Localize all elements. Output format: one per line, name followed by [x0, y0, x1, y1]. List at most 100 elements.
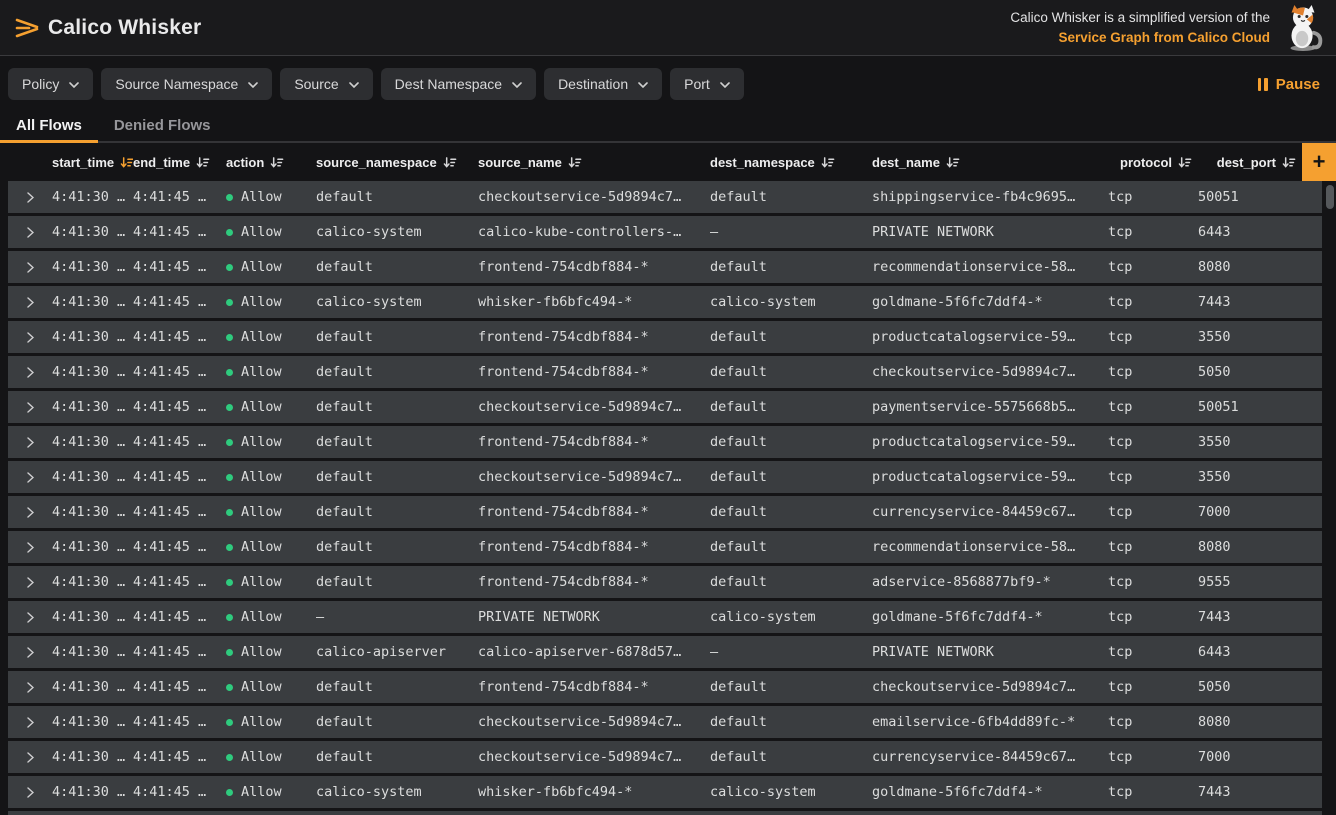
cell-expander — [8, 717, 52, 728]
cell-protocol: tcp — [1108, 469, 1198, 485]
row-expand-chevron-icon[interactable] — [27, 577, 34, 588]
cell-source_name: whisker-fb6bfc494-* — [478, 784, 710, 800]
cell-expander — [8, 332, 52, 343]
cell-expander — [8, 297, 52, 308]
table-row[interactable]: 4:41:30 …4:41:45 … Allow defaultfrontend… — [8, 356, 1322, 388]
filter-source-button[interactable]: Source — [280, 68, 372, 100]
cell-dest_name: goldmane-5f6fc7ddf4-* — [872, 784, 1108, 800]
row-expand-chevron-icon[interactable] — [27, 542, 34, 553]
column-header-start_time[interactable]: start_time — [52, 143, 133, 181]
table-row[interactable]: 4:41:30 …4:41:45 … Allow calico-apiserve… — [8, 636, 1322, 668]
cell-dest_namespace: default — [710, 574, 872, 590]
table-row[interactable]: 4:41:30 …4:41:45 … Allow –PRIVATE NETWOR… — [8, 601, 1322, 633]
cell-dest_namespace: default — [710, 329, 872, 345]
row-expand-chevron-icon[interactable] — [27, 507, 34, 518]
cell-expander — [8, 367, 52, 378]
row-expand-chevron-icon[interactable] — [27, 612, 34, 623]
action-label: Allow — [241, 574, 282, 590]
cell-dest_name: PRIVATE NETWORK — [872, 644, 1108, 660]
allow-status-dot — [226, 544, 233, 551]
column-header-dest_name[interactable]: dest_name — [872, 143, 1108, 181]
cell-end_time: 4:41:45 … — [133, 189, 226, 205]
row-expand-chevron-icon[interactable] — [27, 262, 34, 273]
column-header-label: start_time — [52, 155, 114, 170]
cell-dest_port: 7443 — [1198, 294, 1322, 310]
action-label: Allow — [241, 504, 282, 520]
row-expand-chevron-icon[interactable] — [27, 752, 34, 763]
cell-protocol: tcp — [1108, 784, 1198, 800]
table-row[interactable]: 4:41:30 …4:41:45 … Allow defaultcheckout… — [8, 706, 1322, 738]
column-header-protocol[interactable]: protocol — [1108, 143, 1198, 181]
table-row[interactable]: 4:41:30 …4:41:45 … Allow defaultfrontend… — [8, 426, 1322, 458]
allow-status-dot — [226, 789, 233, 796]
pause-button[interactable]: Pause — [1258, 76, 1320, 93]
cell-end_time: 4:41:45 … — [133, 294, 226, 310]
filter-port-button[interactable]: Port — [670, 68, 744, 100]
row-expand-chevron-icon[interactable] — [27, 787, 34, 798]
table-row[interactable]: 4:41:30 …4:41:45 … Allow defaultfrontend… — [8, 531, 1322, 563]
row-expand-chevron-icon[interactable] — [27, 297, 34, 308]
table-row[interactable]: 4:41:30 …4:41:45 … Allow defaultcheckout… — [8, 391, 1322, 423]
tab-all-flows[interactable]: All Flows — [0, 110, 98, 141]
cell-dest_port: 5050 — [1198, 679, 1322, 695]
column-header-dest_namespace[interactable]: dest_namespace — [710, 143, 872, 181]
row-expand-chevron-icon[interactable] — [27, 437, 34, 448]
column-header-end_time[interactable]: end_time — [133, 143, 226, 181]
column-header-label: end_time — [133, 155, 190, 170]
table-row[interactable]: 4:41:30 …4:41:45 … Allow defaultcheckout… — [8, 461, 1322, 493]
cell-end_time: 4:41:45 … — [133, 329, 226, 345]
service-graph-link[interactable]: Service Graph from Calico Cloud — [1010, 28, 1270, 48]
tab-denied-flows[interactable]: Denied Flows — [98, 110, 227, 141]
add-column-button[interactable]: + — [1302, 143, 1336, 181]
row-expand-chevron-icon[interactable] — [27, 472, 34, 483]
table-row[interactable]: 4:41:30 …4:41:45 … Allow calico-systemwh… — [8, 776, 1322, 808]
cell-start_time: 4:41:30 … — [52, 784, 133, 800]
filter-dest-namespace-button[interactable]: Dest Namespace — [381, 68, 536, 100]
row-expand-chevron-icon[interactable] — [27, 682, 34, 693]
cell-action: Allow — [226, 504, 316, 520]
row-expand-chevron-icon[interactable] — [27, 717, 34, 728]
row-expand-chevron-icon[interactable] — [27, 227, 34, 238]
table-row[interactable]: 4:41:30 …4:41:45 … Allow defaultfrontend… — [8, 251, 1322, 283]
cell-source_name: frontend-754cdbf884-* — [478, 679, 710, 695]
cell-dest_namespace: – — [710, 644, 872, 660]
table-row[interactable]: 4:41:30 …4:41:45 … Allow defaultfrontend… — [8, 496, 1322, 528]
table-row[interactable]: 4:41:30 …4:41:45 … Allow defaultcheckout… — [8, 741, 1322, 773]
allow-status-dot — [226, 474, 233, 481]
cell-dest_port: 8080 — [1198, 259, 1322, 275]
filter-destination-button[interactable]: Destination — [544, 68, 662, 100]
row-expand-chevron-icon[interactable] — [27, 192, 34, 203]
cell-end_time: 4:41:45 … — [133, 364, 226, 380]
column-header-action[interactable]: action — [226, 143, 316, 181]
table-row[interactable]: 4:41:30 …4:41:45 … Allow defaultcheckout… — [8, 181, 1322, 213]
row-expand-chevron-icon[interactable] — [27, 647, 34, 658]
cell-start_time: 4:41:30 … — [52, 504, 133, 520]
table-row[interactable]: 4:41:30 …4:41:45 … Allow defaultfrontend… — [8, 566, 1322, 598]
allow-status-dot — [226, 299, 233, 306]
filter-policy-button[interactable]: Policy — [8, 68, 93, 100]
column-header-label: protocol — [1120, 155, 1172, 170]
cell-source_namespace: calico-apiserver — [316, 644, 478, 660]
cell-dest_port: 3550 — [1198, 434, 1322, 450]
column-header-source_name[interactable]: source_name — [478, 143, 710, 181]
action-label: Allow — [241, 714, 282, 730]
cell-protocol: tcp — [1108, 399, 1198, 415]
tagline-text: Calico Whisker is a simplified version o… — [1010, 8, 1270, 28]
column-header-dest_port[interactable]: dest_port — [1198, 143, 1302, 181]
action-label: Allow — [241, 609, 282, 625]
cell-dest_namespace: default — [710, 504, 872, 520]
allow-status-dot — [226, 229, 233, 236]
action-label: Allow — [241, 434, 282, 450]
row-expand-chevron-icon[interactable] — [27, 402, 34, 413]
row-expand-chevron-icon[interactable] — [27, 367, 34, 378]
column-header-source_namespace[interactable]: source_namespace — [316, 143, 478, 181]
cell-expander — [8, 647, 52, 658]
table-row[interactable]: 4:41:30 …4:41:45 … Allow defaultfrontend… — [8, 321, 1322, 353]
table-row[interactable]: 4:41:30 …4:41:45 … Allow calico-systemca… — [8, 216, 1322, 248]
scrollbar-thumb[interactable] — [1326, 185, 1334, 209]
table-row[interactable]: 4:41:30 …4:41:45 … Allow defaultfrontend… — [8, 671, 1322, 703]
row-expand-chevron-icon[interactable] — [27, 332, 34, 343]
filter-source-namespace-button[interactable]: Source Namespace — [101, 68, 272, 100]
table-row[interactable]: 4:41:30 …4:41:45 … Allow calico-systemwh… — [8, 286, 1322, 318]
cell-dest_port: 50051 — [1198, 189, 1322, 205]
